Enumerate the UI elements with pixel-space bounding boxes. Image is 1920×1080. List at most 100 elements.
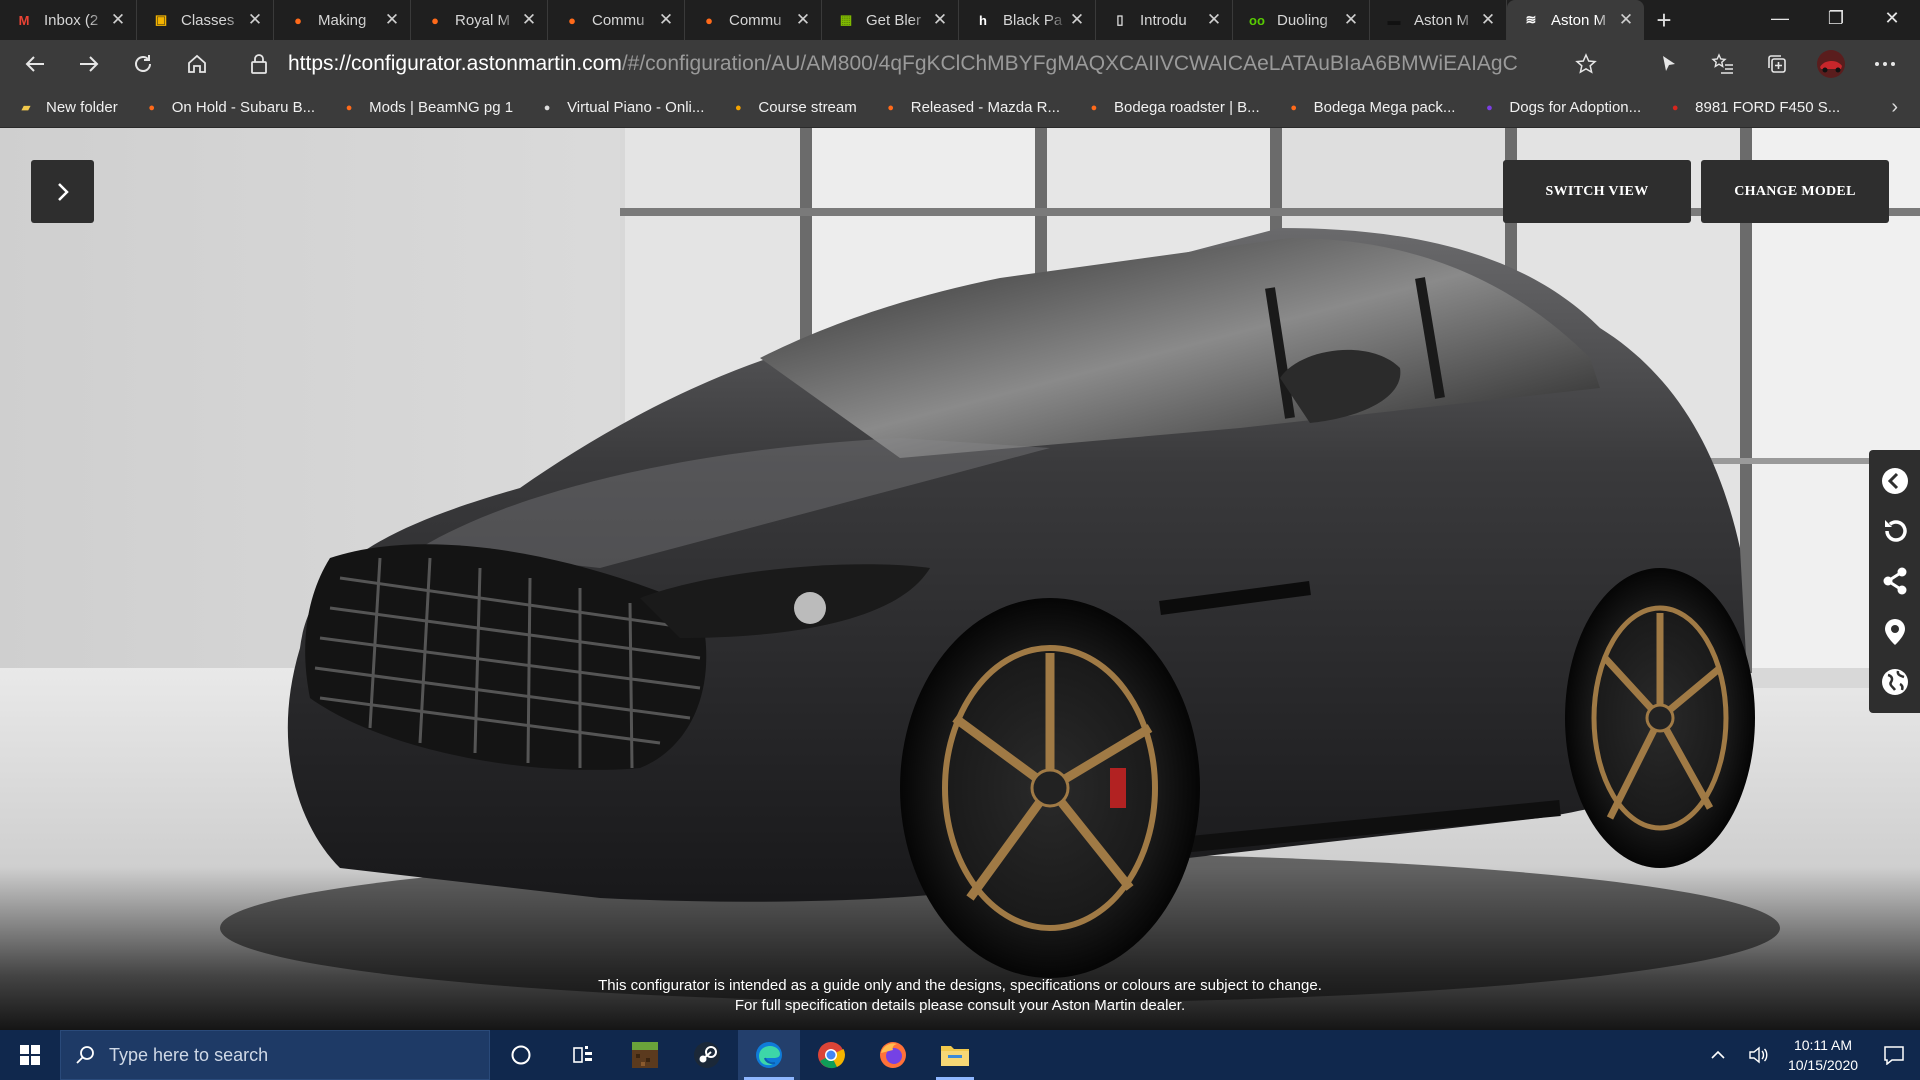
region-globe-icon[interactable] (1875, 662, 1915, 702)
beamng-icon: ● (431, 12, 439, 28)
notification-center-icon[interactable] (1868, 1030, 1920, 1080)
close-tab-icon[interactable]: ✕ (245, 10, 265, 30)
change-model-button[interactable]: CHANGE MODEL (1701, 160, 1889, 223)
settings-more-icon[interactable] (1858, 44, 1912, 84)
firefox-icon[interactable] (862, 1030, 924, 1080)
switch-view-button[interactable]: SWITCH VIEW (1503, 160, 1691, 223)
taskbar-clock[interactable]: 10:11 AM 10/15/2020 (1778, 1035, 1868, 1075)
reset-view-icon[interactable] (1875, 511, 1915, 551)
tab-title: Black Pa (1003, 11, 1063, 29)
minecraft-icon[interactable] (614, 1030, 676, 1080)
favorite-item[interactable]: ● Virtual Piano - Onli... (537, 99, 705, 117)
browser-tab[interactable]: h Black Pa ✕ (959, 0, 1096, 40)
edge-icon[interactable] (738, 1030, 800, 1080)
browser-tab[interactable]: ● Commu ✕ (548, 0, 685, 40)
home-icon (188, 54, 206, 73)
disclaimer-text: This configurator is intended as a guide… (0, 976, 1920, 1016)
tab-title: Aston M (1551, 11, 1607, 29)
browser-tab-strip: M Inbox (2 ✕ ▣ Classes ✕ ● Making ✕ ● Royal M ✕ ● Com… (0, 0, 1920, 40)
favorite-item[interactable]: ● Released - Mazda R... (881, 99, 1060, 117)
favorites-list-icon[interactable] (1696, 44, 1750, 84)
share-icon[interactable] (1875, 561, 1915, 601)
close-tab-icon[interactable]: ✕ (1204, 10, 1224, 30)
close-tab-icon[interactable]: ✕ (1616, 10, 1636, 30)
favorite-item[interactable]: ● Bodega Mega pack... (1284, 99, 1455, 117)
browser-tab[interactable]: ▬ Aston M ✕ (1370, 0, 1507, 40)
chrome-icon[interactable] (800, 1030, 862, 1080)
browser-tab[interactable]: ▣ Classes ✕ (137, 0, 274, 40)
browser-tab[interactable]: ● Royal M ✕ (411, 0, 548, 40)
tab-title: Classes (181, 11, 235, 29)
file-explorer-icon[interactable] (924, 1030, 986, 1080)
forward-button[interactable] (62, 44, 116, 84)
close-tab-icon[interactable]: ✕ (108, 10, 128, 30)
favorite-item[interactable]: ● Dogs for Adoption... (1479, 99, 1641, 117)
close-tab-icon[interactable]: ✕ (656, 10, 676, 30)
favorite-item[interactable]: ● Course stream (728, 99, 857, 117)
refresh-button[interactable] (116, 44, 170, 84)
browser-tab[interactable]: ● Commu ✕ (685, 0, 822, 40)
beamng-icon: ● (568, 12, 576, 28)
minimize-button[interactable]: — (1752, 0, 1808, 36)
favorite-item[interactable]: ▰ New folder (16, 99, 118, 117)
beamng-icon: ● (887, 101, 895, 114)
favorites-bar: ▰ New folder ● On Hold - Subaru B... ● Mods |… (0, 88, 1920, 128)
close-tab-icon[interactable]: ✕ (930, 10, 950, 30)
close-tab-icon[interactable]: ✕ (1067, 10, 1087, 30)
favorite-star-icon[interactable] (1566, 44, 1606, 84)
url-text[interactable]: https://configurator.astonmartin.com/#/c… (288, 52, 1518, 76)
favorite-label: On Hold - Subaru B... (171, 99, 316, 116)
clock-time: 10:11 AM (1793, 1037, 1853, 1053)
open-options-panel-button[interactable] (31, 160, 94, 223)
favorite-item[interactable]: ● Bodega roadster | B... (1084, 99, 1260, 117)
collections-icon[interactable] (1750, 44, 1804, 84)
beamng-icon: ● (1090, 101, 1098, 114)
dealer-location-icon[interactable] (1875, 612, 1915, 652)
back-button[interactable] (8, 44, 62, 84)
chevron-right-icon[interactable]: › (1891, 96, 1898, 119)
favorite-item[interactable]: ● Mods | BeamNG pg 1 (339, 99, 513, 117)
browser-tab[interactable]: ≋ Aston M ✕ (1507, 0, 1644, 40)
toolbar-right (1642, 44, 1912, 84)
lock-icon[interactable] (250, 53, 274, 75)
taskbar-search-box[interactable]: Type here to search (60, 1030, 490, 1080)
aston-martin-icon: ▬ (1387, 12, 1401, 28)
browser-tab[interactable]: M Inbox (2 ✕ (0, 0, 137, 40)
google-classroom-icon: ▣ (154, 12, 168, 27)
url-scheme: https:// (288, 52, 352, 75)
browser-tab[interactable]: ▯ Introdu ✕ (1096, 0, 1233, 40)
browser-tab[interactable]: ● Making ✕ (274, 0, 411, 40)
close-tab-icon[interactable]: ✕ (1341, 10, 1361, 30)
favorite-item[interactable]: ● On Hold - Subaru B... (142, 99, 315, 117)
favorite-item[interactable]: ● 8981 FORD F450 S... (1665, 99, 1840, 117)
close-tab-icon[interactable]: ✕ (519, 10, 539, 30)
favorite-label: Mods | BeamNG pg 1 (369, 99, 514, 116)
address-bar[interactable]: https://configurator.astonmartin.com/#/c… (236, 44, 1606, 84)
new-tab-button[interactable]: + (1644, 0, 1684, 40)
volume-icon[interactable] (1738, 1030, 1778, 1080)
start-button[interactable] (0, 1030, 60, 1080)
tab-title: Commu (592, 11, 645, 29)
chevron-up-icon[interactable] (1698, 1030, 1738, 1080)
home-button[interactable] (170, 44, 224, 84)
cortana-icon[interactable] (490, 1030, 552, 1080)
windows-taskbar: Type here to search 10:11 AM 10/15/2020 (0, 1030, 1920, 1080)
close-tab-icon[interactable]: ✕ (382, 10, 402, 30)
profile-avatar[interactable] (1804, 44, 1858, 84)
close-window-button[interactable]: ✕ (1864, 0, 1920, 36)
restore-button[interactable]: ❐ (1808, 0, 1864, 36)
favorite-label: Course stream (758, 99, 857, 116)
favorite-label: Dogs for Adoption... (1509, 99, 1642, 116)
tab-title: Duoling (1277, 11, 1328, 29)
browser-tab[interactable]: oo Duoling ✕ (1233, 0, 1370, 40)
close-tab-icon[interactable]: ✕ (1478, 10, 1498, 30)
close-tab-icon[interactable]: ✕ (793, 10, 813, 30)
task-view-icon[interactable] (552, 1030, 614, 1080)
extension-cursor-icon[interactable] (1642, 44, 1696, 84)
browser-tab[interactable]: ▦ Get Bler ✕ (822, 0, 959, 40)
tab-title: Making (318, 11, 367, 29)
steam-icon[interactable] (676, 1030, 738, 1080)
vehicle-render[interactable] (0, 128, 1920, 1030)
gmail-icon: M (18, 12, 30, 28)
back-icon[interactable] (1875, 461, 1915, 501)
